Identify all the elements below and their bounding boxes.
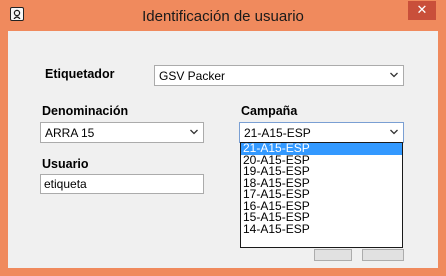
etiquetador-value: GSV Packer xyxy=(159,69,226,83)
campana-select[interactable]: 21-A15-ESP xyxy=(239,122,404,143)
usuario-input[interactable]: etiqueta xyxy=(40,174,204,194)
chevron-down-icon xyxy=(390,72,398,78)
etiquetador-select[interactable]: GSV Packer xyxy=(154,65,404,86)
title-bar[interactable]: Identificación de usuario ✕ xyxy=(0,0,446,31)
list-item[interactable]: 14-A15-ESP xyxy=(241,223,402,236)
usuario-label: Usuario xyxy=(42,157,89,171)
cancel-button[interactable] xyxy=(362,249,404,261)
dialog-window: Identificación de usuario ✕ Etiquetador … xyxy=(0,0,446,276)
chevron-down-icon xyxy=(390,129,398,135)
etiquetador-label: Etiquetador xyxy=(45,67,115,81)
campana-dropdown-list: 21-A15-ESP 20-A15-ESP 19-A15-ESP 18-A15-… xyxy=(240,142,403,248)
ok-button[interactable] xyxy=(314,249,352,261)
window-title: Identificación de usuario xyxy=(142,8,304,25)
usuario-value: etiqueta xyxy=(44,177,87,191)
close-icon: ✕ xyxy=(416,3,428,18)
denominacion-label: Denominación xyxy=(42,104,129,118)
campana-value: 21-A15-ESP xyxy=(244,126,311,140)
chevron-down-icon xyxy=(190,129,198,135)
campana-label: Campaña xyxy=(241,104,298,118)
close-button[interactable]: ✕ xyxy=(408,1,436,20)
denominacion-select[interactable]: ARRA 15 xyxy=(40,122,204,143)
denominacion-value: ARRA 15 xyxy=(45,126,95,140)
